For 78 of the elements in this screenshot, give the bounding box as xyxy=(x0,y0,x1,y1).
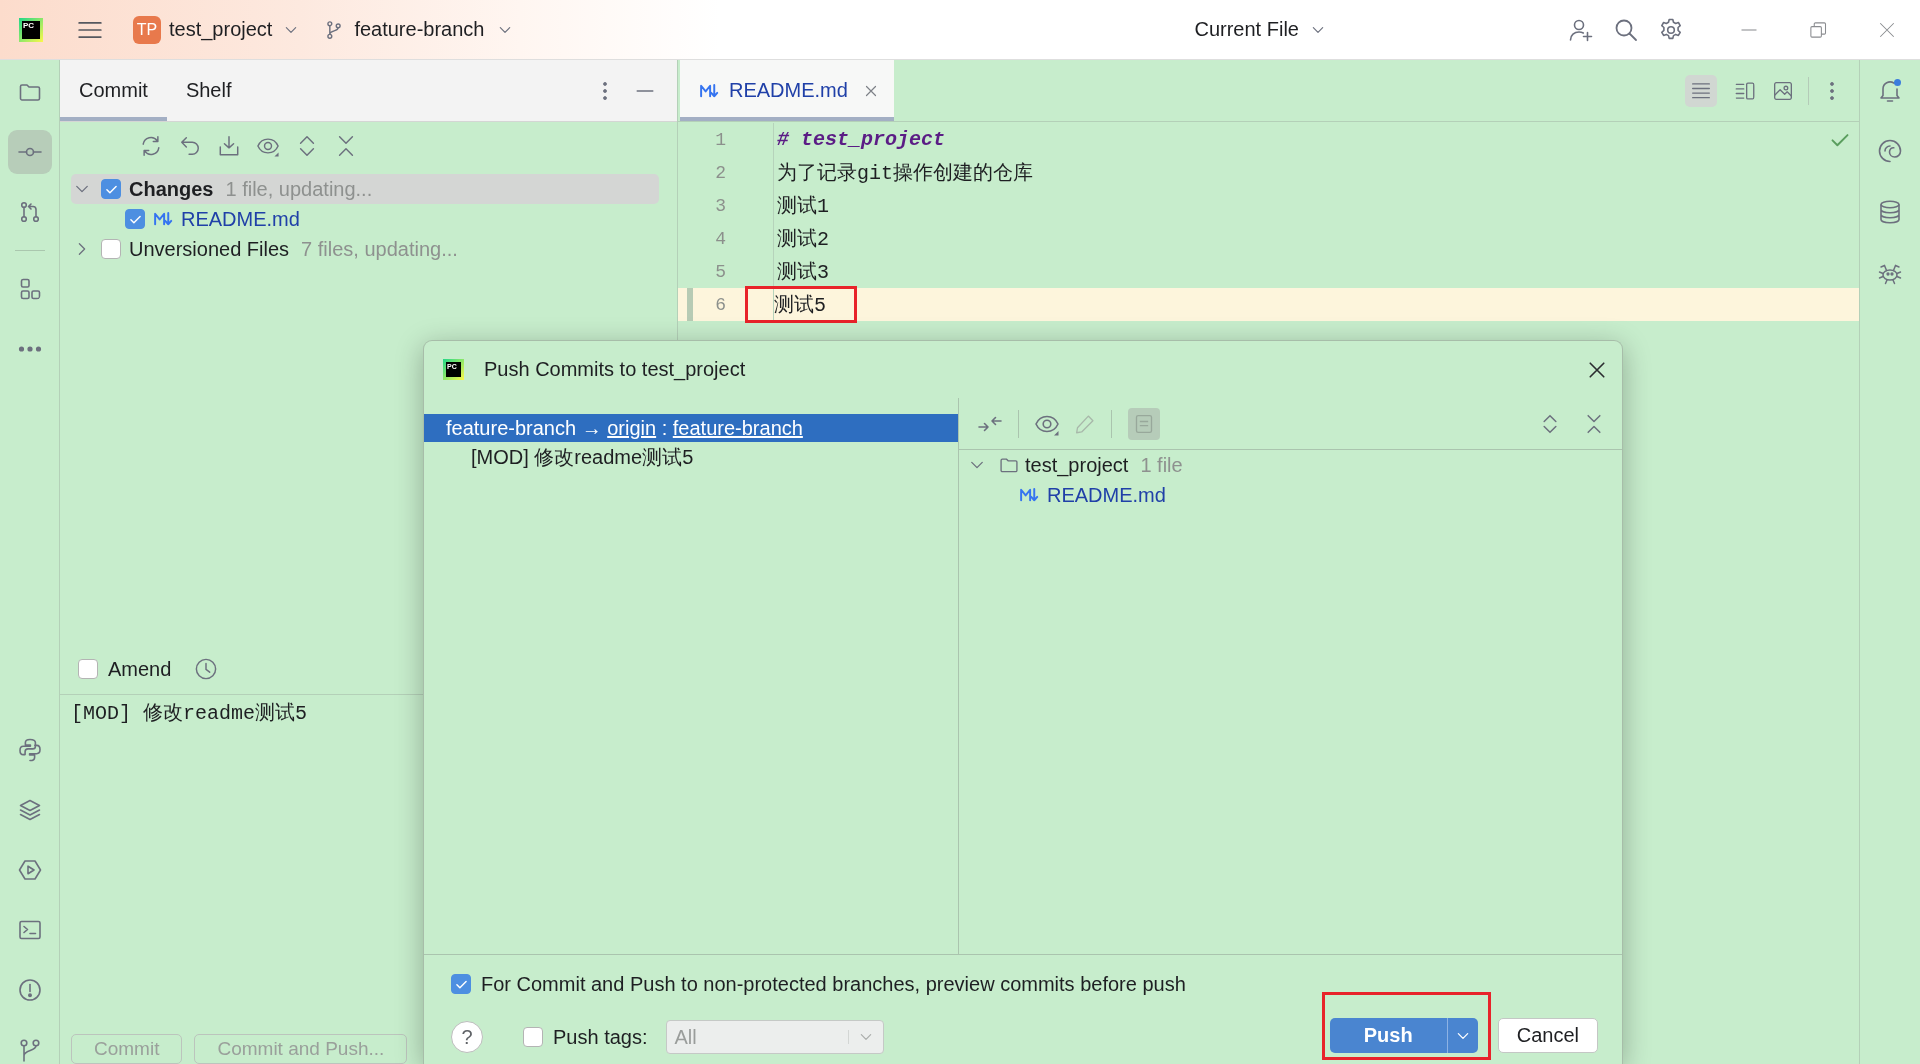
line-number: 3 xyxy=(714,195,726,216)
changelist-name: Unversioned Files xyxy=(129,237,290,261)
push-options-button[interactable] xyxy=(1447,1018,1478,1053)
clock-icon[interactable] xyxy=(195,658,218,680)
line-number: 1 xyxy=(714,129,726,150)
notification-bell-icon[interactable] xyxy=(1878,78,1902,102)
project-badge: TP xyxy=(133,15,161,44)
code-line: 测试5 xyxy=(774,293,826,318)
file-row[interactable]: README.md xyxy=(71,204,659,234)
eye-icon[interactable] xyxy=(257,135,279,157)
changelist-row[interactable]: Changes 1 file, updating... xyxy=(71,174,659,204)
push-button[interactable]: Push xyxy=(1329,1018,1448,1053)
changelist-name: Changes xyxy=(129,177,214,201)
file-count-note: 1 file, updating... xyxy=(225,177,373,201)
checkbox[interactable] xyxy=(101,239,121,259)
code-line: 为了记录git操作创建的仓库 xyxy=(777,161,1033,186)
dialog-title: Push Commits to test_project xyxy=(484,358,746,381)
editor-tab[interactable]: README.md xyxy=(680,60,894,121)
markdown-icon xyxy=(1017,486,1041,504)
split-view-icon[interactable] xyxy=(1735,80,1755,101)
git-branch-icon[interactable] xyxy=(17,1038,42,1062)
markdown-icon xyxy=(151,210,175,228)
commit-icon[interactable] xyxy=(7,130,52,174)
file-row[interactable]: README.md xyxy=(959,480,1622,510)
expand-all-icon[interactable] xyxy=(1540,413,1560,434)
file-count-note: 1 file xyxy=(1140,453,1183,477)
close-icon[interactable] xyxy=(1588,360,1606,379)
line-number: 5 xyxy=(714,261,726,282)
amend-label: Amend xyxy=(108,657,172,681)
terminal-icon[interactable] xyxy=(17,918,42,942)
layers-icon[interactable] xyxy=(17,798,42,822)
folder-name: test_project xyxy=(1025,453,1129,477)
panel-tab[interactable]: Commit xyxy=(60,60,167,121)
branch-selector[interactable]: feature-branch xyxy=(324,11,513,48)
editor-only-icon[interactable] xyxy=(1685,74,1717,107)
commit-row[interactable]: [MOD] 修改readme测试5 xyxy=(424,442,958,473)
help-button[interactable]: ? xyxy=(451,1021,483,1053)
code-line: 测试2 xyxy=(777,227,829,252)
remote-link[interactable]: origin xyxy=(607,416,657,440)
check-icon xyxy=(1831,131,1849,149)
run-configuration-selector[interactable]: Current File xyxy=(1194,11,1325,48)
cancel-button[interactable]: Cancel xyxy=(1497,1018,1598,1053)
code-line: 测试1 xyxy=(777,194,829,219)
code-line: 测试3 xyxy=(777,260,829,285)
file-count-note: 7 files, updating... xyxy=(301,237,458,261)
project-selector[interactable]: TP test_project xyxy=(133,11,299,48)
branch-link[interactable]: feature-branch xyxy=(672,416,803,440)
push-target-row[interactable]: feature-branch → origin : feature-branch xyxy=(424,414,958,442)
download-icon[interactable] xyxy=(218,135,240,157)
code-line: # test_project xyxy=(777,128,946,151)
undo-icon[interactable] xyxy=(179,135,201,157)
markdown-icon xyxy=(697,81,721,100)
document-icon[interactable] xyxy=(1128,407,1160,440)
checkmark-icon xyxy=(454,978,468,990)
checkbox[interactable] xyxy=(101,179,121,199)
refresh-icon[interactable] xyxy=(140,135,162,157)
spiral-icon[interactable] xyxy=(1878,139,1902,163)
play-hexagon-icon[interactable] xyxy=(17,858,42,882)
add-user-icon[interactable] xyxy=(1569,17,1593,42)
line-number: 2 xyxy=(714,162,726,183)
checkbox[interactable] xyxy=(125,209,145,229)
checkmark-icon xyxy=(104,183,118,195)
line-number: 6 xyxy=(714,294,726,315)
warning-icon[interactable] xyxy=(17,978,42,1002)
checkbox[interactable] xyxy=(78,659,98,679)
settings-icon[interactable] xyxy=(1659,17,1683,42)
checkmark-icon xyxy=(128,213,142,225)
folder-row[interactable]: test_project 1 file xyxy=(959,450,1622,480)
checkbox[interactable] xyxy=(451,974,471,994)
changelist-row[interactable]: Unversioned Files 7 files, updating... xyxy=(71,234,659,264)
preview-icon[interactable] xyxy=(1773,80,1793,101)
search-icon[interactable] xyxy=(1614,17,1638,42)
line-number: 4 xyxy=(714,228,726,249)
restore-icon[interactable] xyxy=(1809,20,1827,39)
collapse-all-icon[interactable] xyxy=(1584,413,1604,434)
database-icon[interactable] xyxy=(1878,200,1902,224)
panel-tab[interactable]: Shelf xyxy=(166,60,251,121)
python-icon[interactable] xyxy=(17,738,42,762)
